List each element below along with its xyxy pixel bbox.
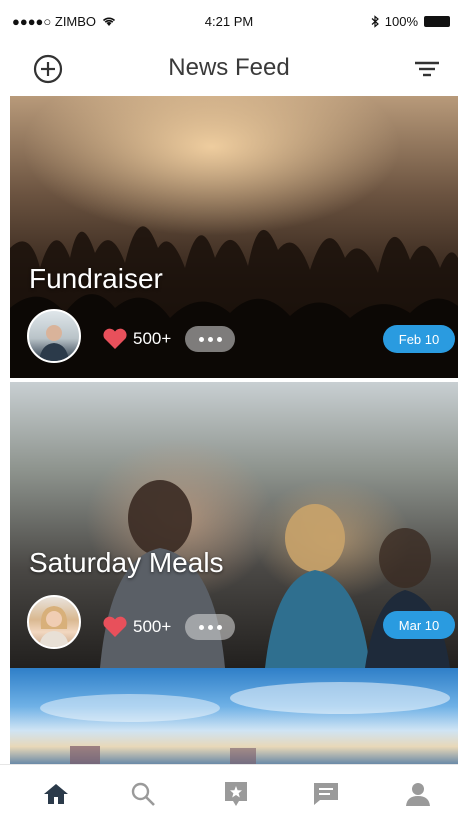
new-post-icon: [225, 782, 247, 806]
more-options-button[interactable]: [185, 614, 235, 640]
feed-card[interactable]: Saturday Meals 500+ Mar 10: [10, 382, 458, 668]
avatar[interactable]: [27, 309, 81, 363]
card-title: Saturday Meals: [29, 547, 224, 578]
filter-icon: [415, 61, 439, 77]
home-icon: [44, 784, 68, 804]
tab-messages[interactable]: [310, 779, 342, 809]
more-options-button[interactable]: [185, 326, 235, 352]
card-title: Fundraiser: [29, 263, 163, 294]
date-badge: Mar 10: [383, 611, 455, 639]
feed-card[interactable]: Fundraiser 500+ Feb 10: [10, 96, 458, 378]
feed-card[interactable]: [10, 668, 458, 764]
bluetooth-icon: [371, 15, 379, 28]
more-icon: [198, 624, 222, 630]
avatar[interactable]: [27, 595, 81, 649]
like-button[interactable]: 500+: [102, 616, 171, 638]
heart-icon: [103, 616, 127, 637]
page-title: News Feed: [168, 54, 290, 81]
filter-button[interactable]: [412, 56, 442, 82]
status-bar: ●●●●○ ZIMBO 4:21 PM 100%: [0, 0, 458, 44]
tab-profile[interactable]: [402, 779, 434, 809]
profile-icon: [406, 783, 430, 806]
like-count: 500+: [133, 329, 172, 348]
date-badge: Feb 10: [383, 325, 455, 353]
sky-image: [40, 682, 450, 764]
tab-new-post[interactable]: [220, 779, 252, 809]
messages-icon: [314, 783, 338, 805]
tab-home[interactable]: [40, 779, 72, 809]
like-button[interactable]: 500+: [102, 328, 171, 350]
battery-icon: [424, 16, 450, 27]
heart-icon: [103, 328, 127, 349]
battery-percent: 100%: [384, 14, 418, 29]
more-icon: [198, 336, 222, 342]
person-photo: [39, 325, 69, 361]
like-count: 500+: [133, 617, 172, 636]
app-header: News Feed: [0, 44, 458, 96]
battery-indicator: 100%: [371, 14, 450, 29]
tab-search[interactable]: [127, 779, 159, 809]
person-photo: [39, 606, 69, 647]
search-icon: [131, 782, 155, 806]
tab-bar: [0, 764, 458, 819]
